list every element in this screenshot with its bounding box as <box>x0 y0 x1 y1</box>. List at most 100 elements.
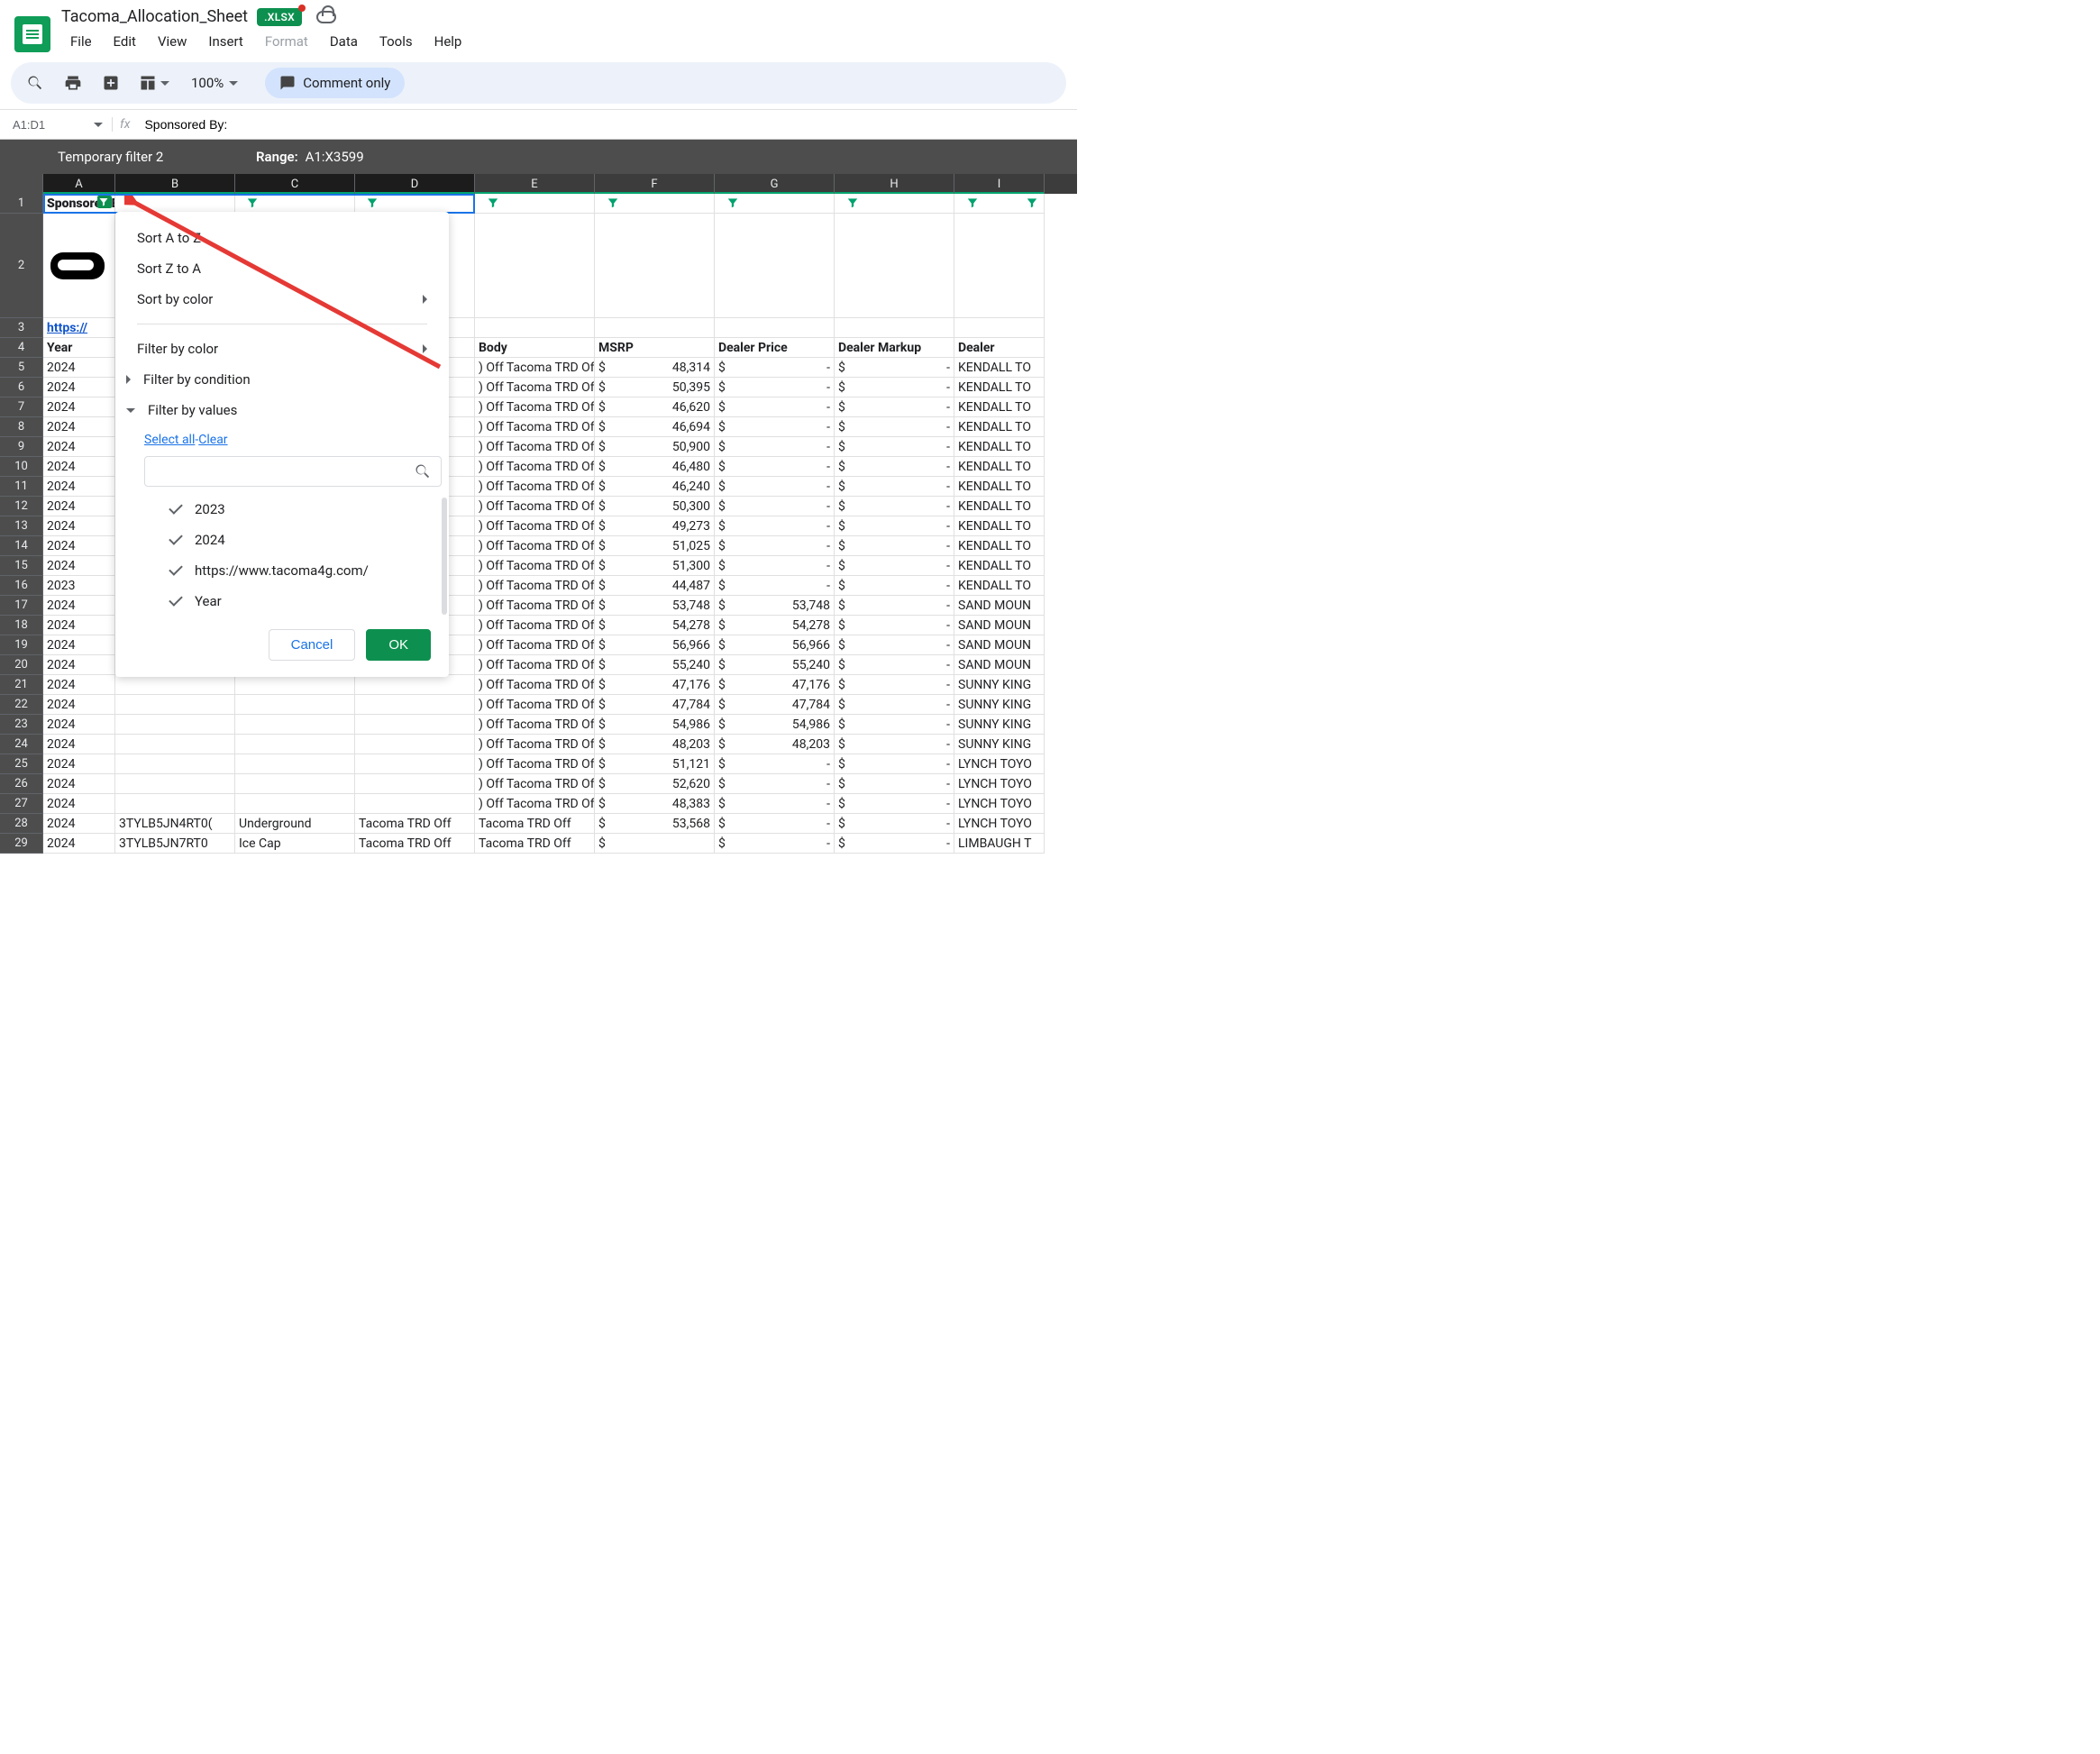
filter-value-item[interactable]: 2024 <box>141 525 442 555</box>
cell[interactable] <box>235 715 355 735</box>
cell[interactable] <box>355 675 475 695</box>
col-header-h[interactable]: H <box>835 174 954 194</box>
table-tool-dropdown[interactable] <box>133 70 175 96</box>
cell[interactable]: SUNNY KING <box>954 675 1045 695</box>
cell[interactable]: Dealer Markup <box>835 338 954 358</box>
cell[interactable]: $46,620 <box>595 397 715 417</box>
cell[interactable]: $55,240 <box>715 655 835 675</box>
sort-a-z[interactable]: Sort A to Z <box>115 223 449 253</box>
cell[interactable] <box>835 318 954 338</box>
cell[interactable]: $- <box>715 576 835 596</box>
cell[interactable] <box>235 754 355 774</box>
cell[interactable]: 2024 <box>43 754 115 774</box>
col-header-i[interactable]: I <box>954 174 1045 194</box>
cell[interactable]: 2024 <box>43 397 115 417</box>
cell[interactable]: $- <box>715 536 835 556</box>
row-header[interactable]: 25 <box>0 754 43 774</box>
cell[interactable]: $48,203 <box>715 735 835 754</box>
cell[interactable] <box>115 675 235 695</box>
cell[interactable]: Body <box>475 338 595 358</box>
cell[interactable] <box>235 695 355 715</box>
cell[interactable]: $- <box>835 516 954 536</box>
cell[interactable] <box>115 794 235 814</box>
cell[interactable] <box>115 194 235 214</box>
cell[interactable]: 2024 <box>43 695 115 715</box>
cell[interactable]: $- <box>835 715 954 735</box>
cloud-status-icon[interactable] <box>316 11 336 23</box>
cell[interactable]: $49,273 <box>595 516 715 536</box>
cell[interactable]: $46,480 <box>595 457 715 477</box>
row-header[interactable]: 2 <box>0 214 43 318</box>
search-icon[interactable] <box>20 68 50 98</box>
sort-by-color[interactable]: Sort by color <box>115 284 449 315</box>
cell[interactable]: $- <box>835 834 954 854</box>
cell[interactable]: $53,568 <box>595 814 715 834</box>
cell[interactable]: 2024 <box>43 358 115 378</box>
cell[interactable]: $47,176 <box>715 675 835 695</box>
cell[interactable]: $44,487 <box>595 576 715 596</box>
cell[interactable] <box>715 318 835 338</box>
cell[interactable]: $48,203 <box>595 735 715 754</box>
filter-funnel-icon[interactable] <box>366 196 380 209</box>
cell[interactable]: Dealer <box>954 338 1045 358</box>
cell[interactable]: 2024 <box>43 616 115 635</box>
cell[interactable]: SUNNY KING <box>954 695 1045 715</box>
cell[interactable]: $- <box>835 754 954 774</box>
filter-value-item[interactable]: 2023 <box>141 494 442 525</box>
cell[interactable]: LYNCH TOYO <box>954 774 1045 794</box>
cell[interactable]: ) Off Tacoma TRD Off <box>475 497 595 516</box>
cell[interactable]: 2024 <box>43 774 115 794</box>
cell[interactable]: SAND MOUN <box>954 635 1045 655</box>
row-header[interactable]: 13 <box>0 516 43 536</box>
filter-by-values[interactable]: Filter by values <box>115 395 449 425</box>
cell[interactable] <box>115 774 235 794</box>
cell[interactable]: $50,300 <box>595 497 715 516</box>
cell[interactable]: $51,025 <box>595 536 715 556</box>
cell[interactable]: KENDALL TO <box>954 576 1045 596</box>
cell[interactable]: $- <box>835 536 954 556</box>
menu-edit[interactable]: Edit <box>105 30 145 53</box>
name-box[interactable] <box>7 114 88 135</box>
cell[interactable]: Year <box>43 338 115 358</box>
filter-values-list[interactable]: 20232024https://www.tacoma4g.com/Year <box>141 494 445 617</box>
row-header[interactable]: 6 <box>0 378 43 397</box>
cell[interactable]: ) Off Tacoma TRD Off <box>475 715 595 735</box>
cell[interactable]: $56,966 <box>715 635 835 655</box>
cell[interactable]: $- <box>835 675 954 695</box>
cell[interactable]: ) Off Tacoma TRD Off <box>475 635 595 655</box>
cell[interactable] <box>595 214 715 318</box>
cell[interactable]: $- <box>715 437 835 457</box>
cells-area[interactable]: Sort A to Z Sort Z to A Sort by color Fi… <box>43 194 1045 854</box>
cell[interactable]: $- <box>835 378 954 397</box>
cell[interactable]: $- <box>715 774 835 794</box>
cell[interactable]: 2024 <box>43 457 115 477</box>
row-header[interactable]: 1 <box>0 194 43 214</box>
cell[interactable]: $- <box>715 477 835 497</box>
cell[interactable]: $- <box>835 596 954 616</box>
cell[interactable]: SAND MOUN <box>954 655 1045 675</box>
cell[interactable]: KENDALL TO <box>954 477 1045 497</box>
menu-help[interactable]: Help <box>425 30 471 53</box>
cell[interactable]: $- <box>835 735 954 754</box>
cell[interactable]: Tacoma TRD Off <box>355 834 475 854</box>
cell[interactable]: 2024 <box>43 437 115 457</box>
cell[interactable] <box>835 214 954 318</box>
cell[interactable]: $46,694 <box>595 417 715 437</box>
cell[interactable]: LYNCH TOYO <box>954 754 1045 774</box>
filter-value-item[interactable]: https://www.tacoma4g.com/ <box>141 555 442 586</box>
row-header[interactable]: 8 <box>0 417 43 437</box>
cell[interactable]: ) Off Tacoma TRD Off <box>475 437 595 457</box>
cell[interactable]: $- <box>715 378 835 397</box>
cell[interactable]: 2024 <box>43 735 115 754</box>
cell[interactable] <box>355 754 475 774</box>
cell[interactable]: $- <box>835 358 954 378</box>
cell[interactable]: KENDALL TO <box>954 437 1045 457</box>
zoom-dropdown[interactable]: 100% <box>182 71 247 95</box>
cell[interactable] <box>595 318 715 338</box>
row-header[interactable]: 20 <box>0 655 43 675</box>
row-header[interactable]: 14 <box>0 536 43 556</box>
cell[interactable] <box>235 774 355 794</box>
cell[interactable]: ) Off Tacoma TRD Off <box>475 397 595 417</box>
cell[interactable]: $47,176 <box>595 675 715 695</box>
cell[interactable] <box>355 695 475 715</box>
